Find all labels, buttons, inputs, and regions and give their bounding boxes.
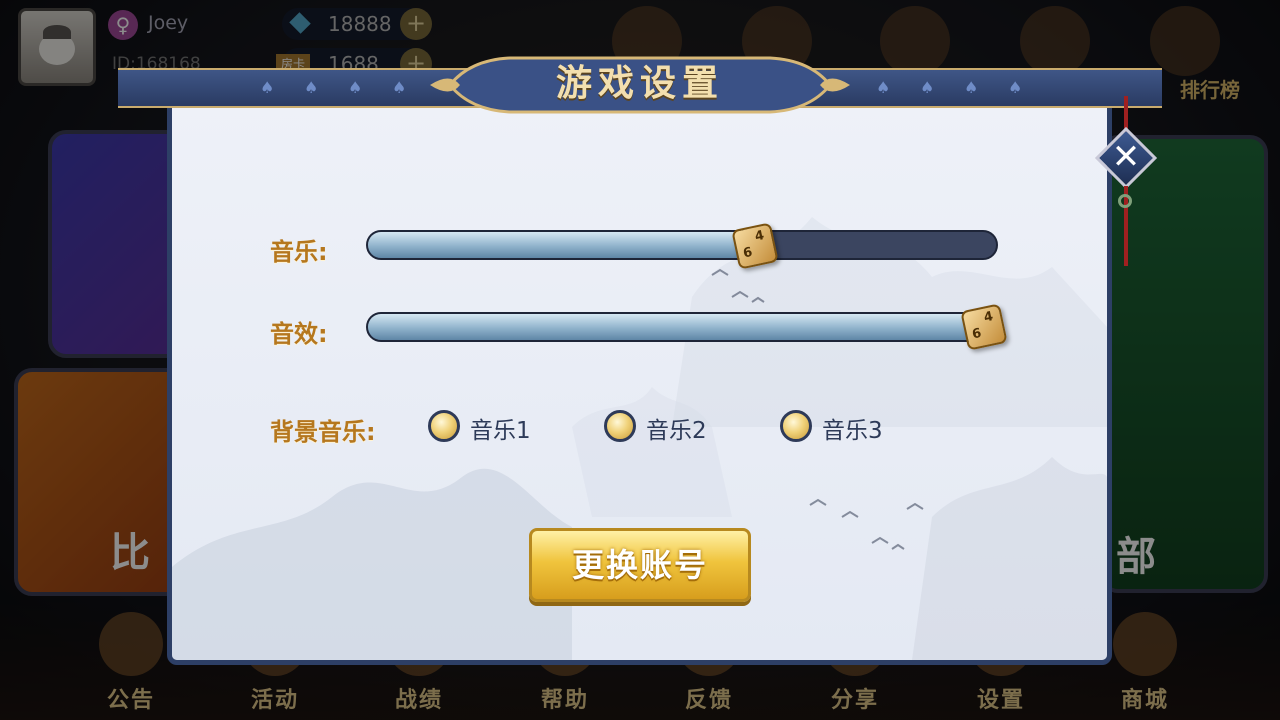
bg-music-option-1-radio[interactable] [428, 410, 460, 442]
bg-music-option-2-label[interactable]: 音乐2 [646, 411, 707, 445]
music-slider-handle[interactable] [730, 222, 779, 270]
music-volume-slider[interactable] [366, 230, 998, 260]
bg-music-label: 背景音乐: [270, 418, 376, 446]
bg-music-option-3-radio[interactable] [780, 410, 812, 442]
music-label: 音乐: [270, 238, 328, 266]
jade-ring-icon [1118, 194, 1132, 208]
spade-icon: ♠ [920, 78, 935, 97]
spade-icon: ♠ [964, 78, 979, 97]
bg-music-option-2-radio[interactable] [604, 410, 636, 442]
bg-music-option-3-label[interactable]: 音乐3 [822, 411, 883, 445]
switch-account-button[interactable]: 更换账号 [529, 528, 751, 602]
close-icon: ✕ [1111, 137, 1141, 177]
spade-icon: ♠ [260, 78, 275, 97]
bg-music-option-1-label[interactable]: 音乐1 [470, 411, 531, 445]
spade-icon: ♠ [304, 78, 319, 97]
spade-icon: ♠ [1008, 78, 1023, 97]
spade-icon: ♠ [348, 78, 363, 97]
spade-icon: ♠ [876, 78, 891, 97]
close-button[interactable]: ✕ [1094, 126, 1158, 190]
dialog-title: 游戏设置 [555, 62, 724, 104]
sfx-slider-handle[interactable] [960, 303, 1008, 351]
sfx-volume-slider[interactable] [366, 312, 1000, 342]
sfx-label: 音效: [270, 320, 328, 348]
spade-icon: ♠ [392, 78, 407, 97]
sfx-slider-fill [368, 314, 1000, 340]
music-slider-fill [368, 232, 757, 258]
